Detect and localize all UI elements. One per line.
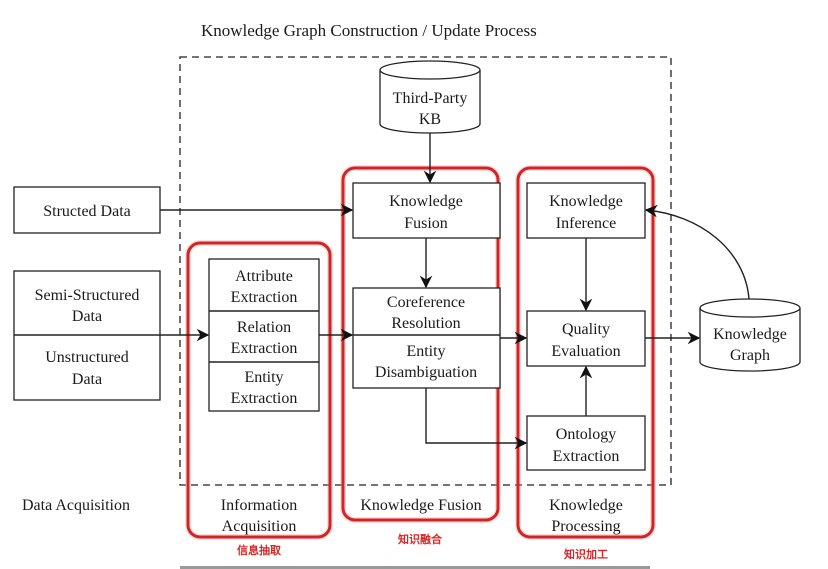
entity-extraction-label-2: Extraction (231, 390, 298, 407)
knowledge-graph-label-2: Graph (730, 347, 770, 364)
semi-structured-label-2: Data (72, 308, 102, 325)
stage-information-acquisition-2: Acquisition (222, 518, 297, 535)
semi-unstructured-data-node: Semi-Structured Data Unstructured Data (13, 270, 161, 401)
quality-evaluation-node: Quality Evaluation (526, 310, 646, 367)
relation-extraction-label-2: Extraction (231, 340, 298, 357)
disambiguation-label-2: Disambiguation (375, 364, 477, 381)
coreference-label-1: Coreference (387, 294, 465, 311)
attribute-extraction-label-2: Extraction (231, 289, 298, 306)
stage-knowledge-fusion: Knowledge Fusion (360, 497, 481, 514)
diagram-title: Knowledge Graph Construction / Update Pr… (201, 21, 537, 40)
quality-evaluation-label-2: Evaluation (551, 343, 620, 360)
stage-knowledge-processing-2: Processing (551, 518, 620, 535)
knowledge-inference-label-1: Knowledge (549, 193, 623, 210)
entity-extraction-label-1: Entity (244, 369, 283, 386)
coreference-label-2: Resolution (391, 315, 460, 332)
ontology-extraction-node: Ontology Extraction (526, 415, 646, 471)
third-party-kb-label-1: Third-Party (393, 90, 468, 107)
third-party-kb-cylinder: Third-Party KB (379, 60, 481, 134)
edge-disambiguation-to-ontology (425, 388, 528, 450)
cn-label-knowledge-fusion: 知识融合 (397, 532, 443, 546)
relation-extraction-label-1: Relation (237, 319, 291, 336)
knowledge-graph-diagram: Knowledge Graph Construction / Update Pr… (13, 21, 801, 569)
ontology-extraction-label-2: Extraction (553, 448, 620, 465)
knowledge-inference-label-2: Inference (556, 215, 616, 232)
unstructured-label-2: Data (72, 371, 102, 388)
structured-data-node: Structed Data (13, 186, 161, 234)
knowledge-fusion-node: Knowledge Fusion (352, 182, 501, 239)
quality-evaluation-label-1: Quality (562, 321, 610, 338)
stage-information-acquisition-1: Information (221, 497, 297, 514)
third-party-kb-label-2: KB (419, 111, 441, 128)
edge-graph-to-inference (644, 204, 750, 300)
cn-label-knowledge-processing: 知识加工 (563, 547, 608, 561)
ontology-extraction-label-1: Ontology (556, 426, 616, 443)
knowledge-fusion-label-2: Fusion (404, 215, 448, 232)
knowledge-fusion-label-1: Knowledge (389, 193, 463, 210)
coreference-disambiguation-node: Coreference Resolution Entity Disambigua… (352, 287, 501, 389)
extraction-stack: Attribute Extraction Relation Extraction… (208, 258, 320, 412)
structured-data-label: Structed Data (43, 203, 131, 220)
stage-data-acquisition: Data Acquisition (22, 497, 130, 514)
cn-label-information-extraction: 信息抽取 (237, 543, 281, 557)
stage-knowledge-processing-1: Knowledge (549, 497, 623, 514)
knowledge-graph-label-1: Knowledge (713, 326, 787, 343)
knowledge-graph-cylinder: Knowledge Graph (699, 298, 801, 372)
disambiguation-label-1: Entity (406, 343, 445, 360)
attribute-extraction-label-1: Attribute (235, 268, 293, 285)
semi-structured-label-1: Semi-Structured (35, 287, 140, 304)
knowledge-inference-node: Knowledge Inference (526, 182, 646, 239)
unstructured-label-1: Unstructured (45, 349, 129, 366)
